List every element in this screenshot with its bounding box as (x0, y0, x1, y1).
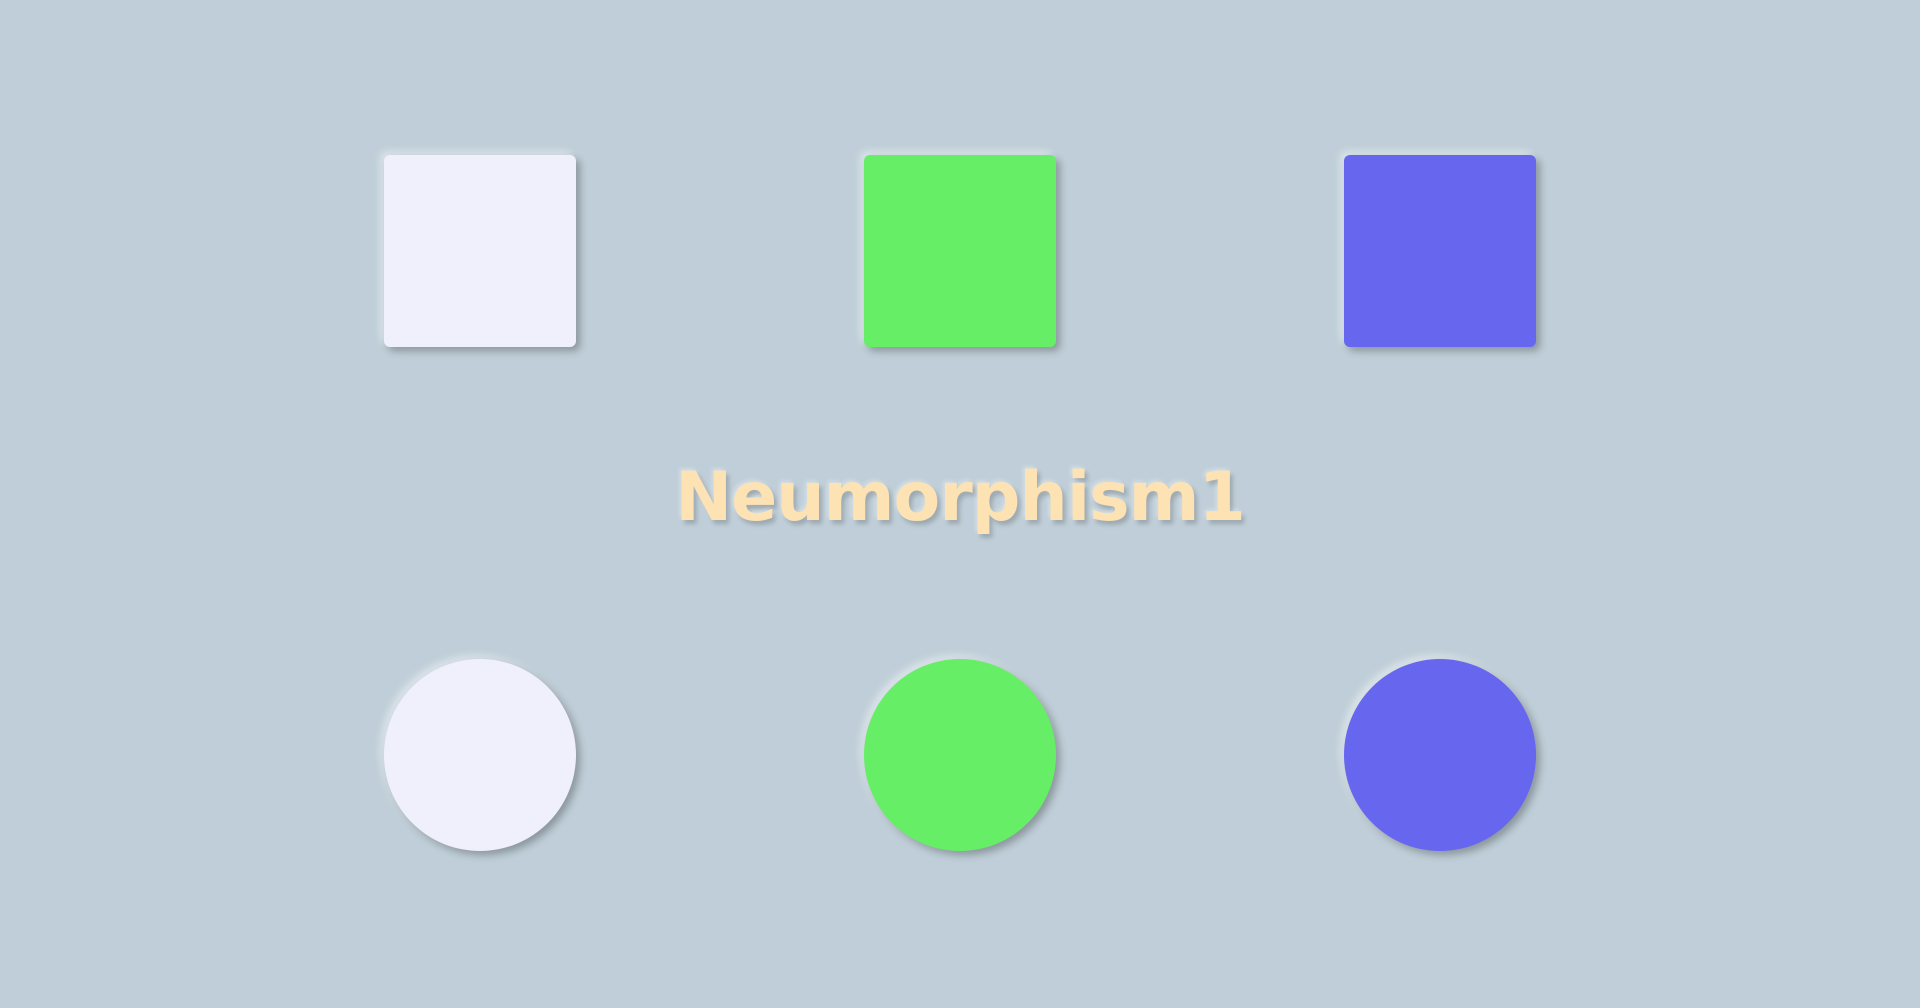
square-white (384, 155, 576, 347)
square-green (864, 155, 1056, 347)
circle-green (864, 659, 1056, 851)
circle-white (384, 659, 576, 851)
neumorphism-canvas: Neumorphism1 (0, 0, 1920, 1008)
circle-blue (1344, 659, 1536, 851)
page-title: Neumorphism1 (675, 458, 1246, 537)
circle-row (0, 659, 1920, 851)
square-row (0, 155, 1920, 347)
square-blue (1344, 155, 1536, 347)
